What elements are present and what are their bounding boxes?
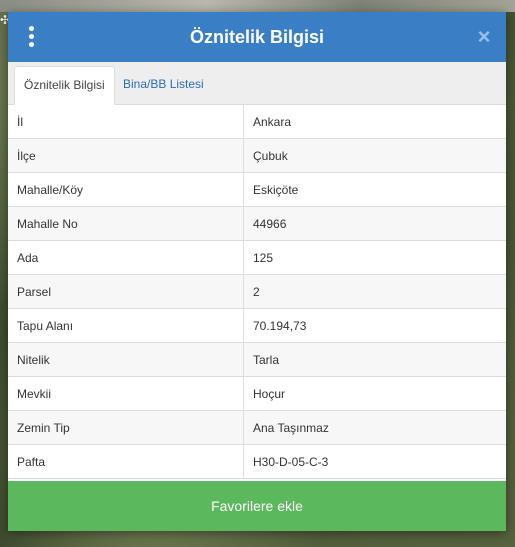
attribute-value: Tarla (243, 342, 506, 377)
attribute-key: Pafta (8, 444, 244, 479)
table-row: Nitelik Tarla (8, 342, 506, 377)
table-row: Ada 125 (8, 240, 506, 275)
attribute-key: Zemin Tip (8, 410, 244, 445)
table-row: İl Ankara (8, 105, 506, 139)
table-row: Mahalle No 44966 (8, 206, 506, 241)
attribute-value: Hoçur (243, 376, 506, 411)
attribute-value: Çubuk (243, 138, 506, 173)
table-row: Parsel 2 (8, 274, 506, 309)
attribute-key: İl (8, 105, 244, 139)
map-tool-icon[interactable]: ✣ (0, 12, 10, 28)
table-row: İlçe Çubuk (8, 138, 506, 173)
dialog-header: Öznitelik Bilgisi × (8, 12, 506, 62)
attribute-key: Nitelik (8, 342, 244, 377)
attribute-key: Mahalle No (8, 206, 244, 241)
tab-bar: Öznitelik Bilgisi Bina/BB Listesi (8, 62, 506, 105)
attribute-value: 70.194,73 (243, 308, 506, 343)
table-row: Tapu Alanı 70.194,73 (8, 308, 506, 343)
tab-attribute-info[interactable]: Öznitelik Bilgisi (14, 66, 115, 105)
attribute-key: Mevkii (8, 376, 244, 411)
table-row: Zemin Tip Ana Taşınmaz (8, 410, 506, 445)
tab-building-list[interactable]: Bina/BB Listesi (114, 66, 213, 103)
attribute-table: İl Ankara İlçe Çubuk Mahalle/Köy Eskiçöte Maha… (8, 105, 506, 479)
add-to-favorites-button[interactable]: Favorilere ekle (8, 481, 506, 531)
dialog-title: Öznitelik Bilgisi (189, 27, 325, 47)
map-top-strip (0, 0, 515, 12)
attribute-key: Tapu Alanı (8, 308, 244, 343)
attribute-key: İlçe (8, 138, 244, 173)
attribute-value: 2 (243, 274, 506, 309)
attribute-value: Ankara (243, 105, 506, 139)
attribute-info-dialog: Öznitelik Bilgisi × Öznitelik Bilgisi Bi… (8, 12, 506, 531)
close-icon[interactable]: × (474, 25, 494, 49)
vertical-dots-icon[interactable] (24, 26, 38, 48)
attribute-key: Parsel (8, 274, 244, 309)
attribute-value: H30-D-05-C-3 (243, 444, 506, 479)
attribute-value: Eskiçöte (243, 172, 506, 207)
attribute-value: 125 (243, 240, 506, 275)
attribute-key: Mahalle/Köy (8, 172, 244, 207)
table-row: Mahalle/Köy Eskiçöte (8, 172, 506, 207)
attribute-key: Ada (8, 240, 244, 275)
attribute-value: Ana Taşınmaz (243, 410, 506, 445)
table-row: Pafta H30-D-05-C-3 (8, 444, 506, 479)
table-row: Mevkii Hoçur (8, 376, 506, 411)
attribute-value: 44966 (243, 206, 506, 241)
